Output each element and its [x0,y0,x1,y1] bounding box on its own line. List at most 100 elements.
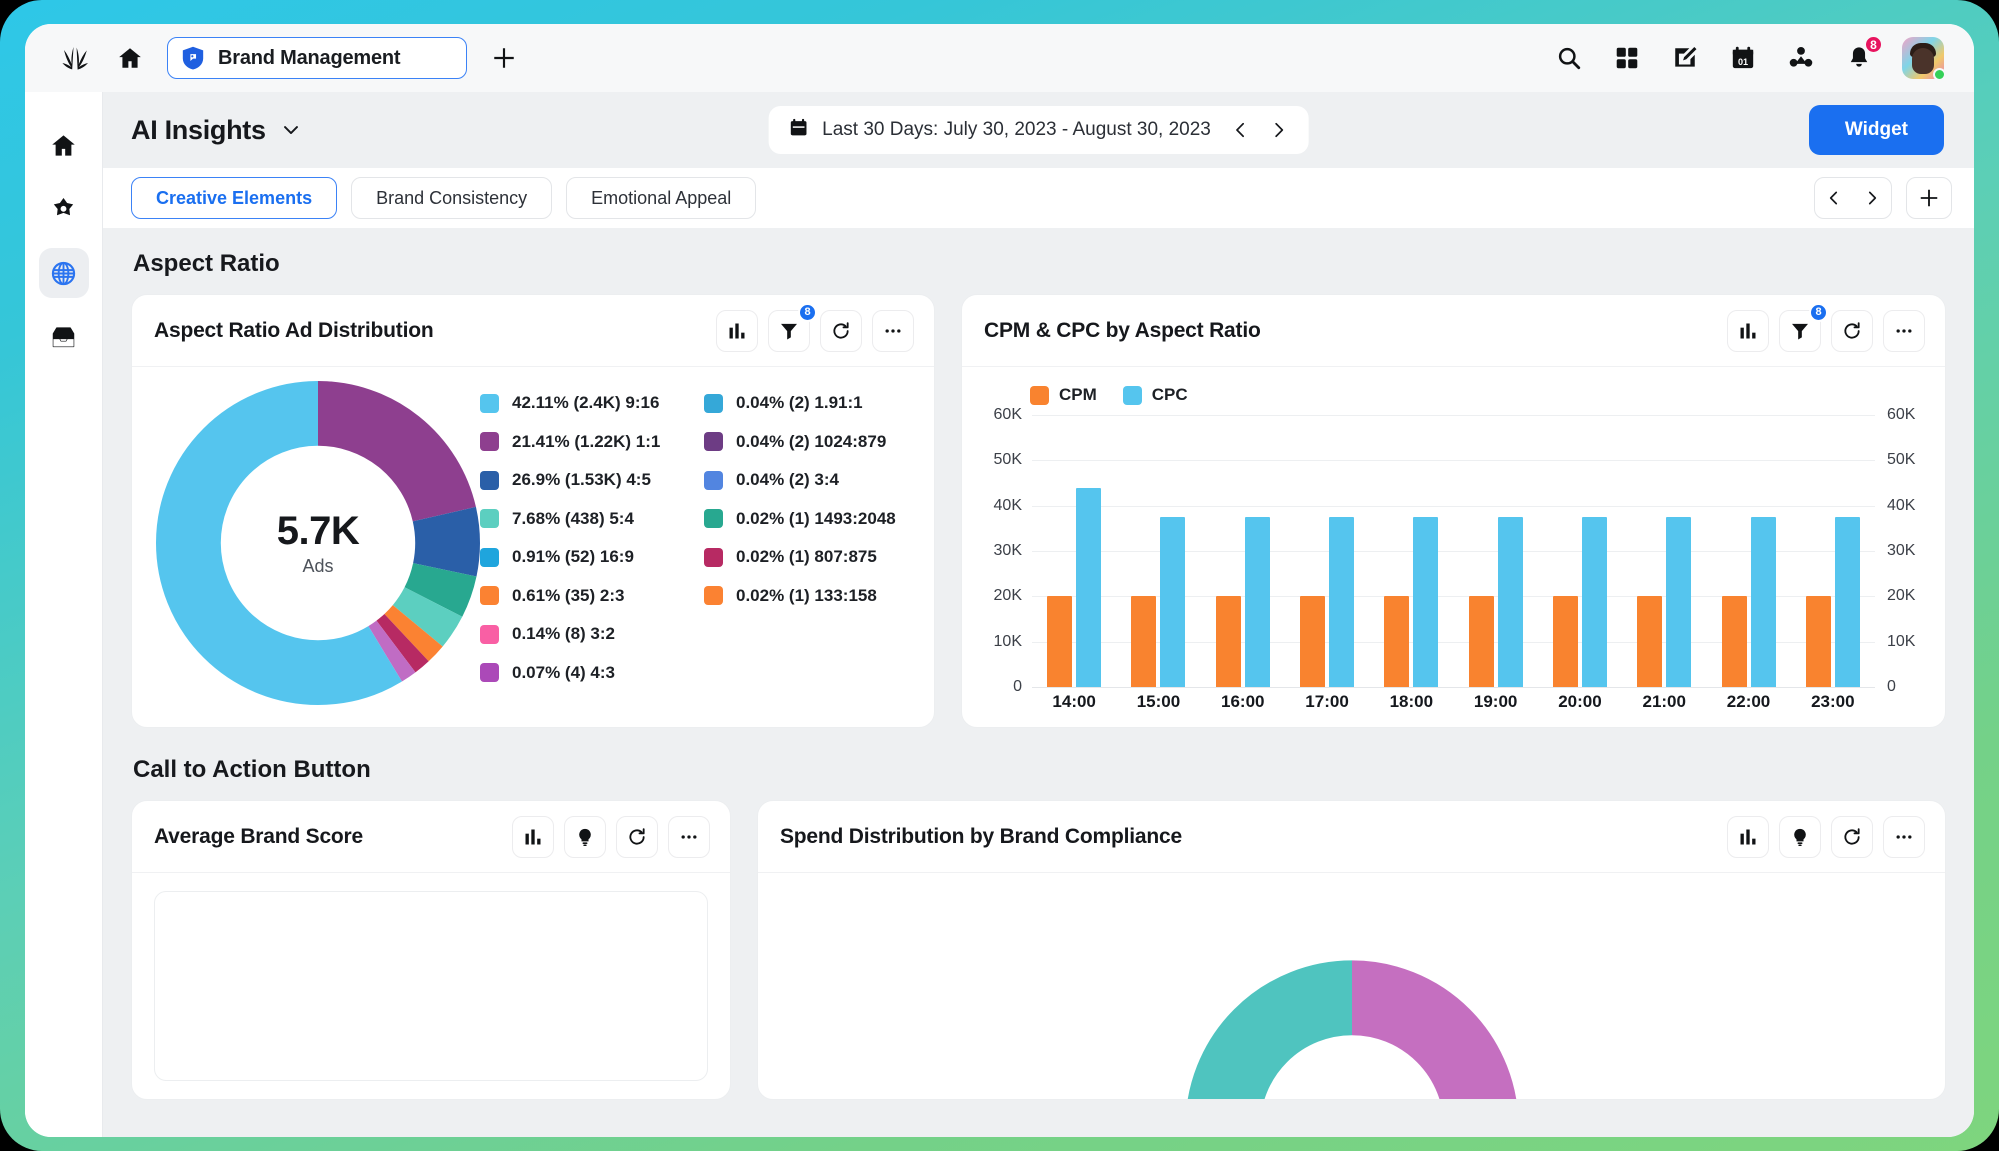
bar-chart-icon[interactable] [512,816,554,858]
legend-item[interactable]: 0.02% (1) 1493:2048 [704,509,896,529]
search-icon[interactable] [1554,43,1584,73]
bar-cpc[interactable] [1076,488,1101,687]
legend-item[interactable]: 0.07% (4) 4:3 [480,663,704,683]
apps-grid-icon[interactable] [1612,43,1642,73]
bar-cpc[interactable] [1666,517,1691,687]
new-tab-plus-icon[interactable] [487,41,521,75]
bar-cpm[interactable] [1722,596,1747,687]
y-tick-label: 10K [980,633,1032,651]
bar-cpm[interactable] [1553,596,1578,687]
bar-cpm[interactable] [1806,596,1831,687]
legend-swatch [1030,386,1049,405]
bell-icon[interactable]: 8 [1844,43,1874,73]
more-horizontal-icon[interactable] [1883,816,1925,858]
tab-emotional-appeal[interactable]: Emotional Appeal [566,177,756,219]
tab-next-icon[interactable] [1863,189,1881,207]
bar-chart-icon[interactable] [1727,816,1769,858]
bar-cpc[interactable] [1582,517,1607,687]
y-tick-label-right: 40K [1875,497,1927,515]
browser-tab[interactable]: Brand Management [167,37,467,79]
bar-group[interactable] [1453,415,1537,687]
y-tick-label-right: 20K [1875,587,1927,605]
rail-creative[interactable] [39,184,89,234]
date-range-picker[interactable]: Last 30 Days: July 30, 2023 - August 30,… [768,106,1309,154]
tab-brand-consistency[interactable]: Brand Consistency [351,177,552,219]
rail-globe[interactable] [39,248,89,298]
legend-item[interactable]: 7.68% (438) 5:4 [480,509,704,529]
add-tab-icon[interactable] [1906,177,1952,219]
legend-item[interactable]: 42.11% (2.4K) 9:16 [480,393,704,413]
date-prev-icon[interactable] [1231,120,1251,140]
bar-cpc[interactable] [1245,517,1270,687]
bar-cpc[interactable] [1329,517,1354,687]
rail-home[interactable] [39,120,89,170]
dashboard-scroll[interactable]: Aspect Ratio Aspect Ratio Ad Distributio… [103,228,1974,1137]
bar-cpc[interactable] [1751,517,1776,687]
bar-chart-icon[interactable] [716,310,758,352]
legend-item[interactable]: 0.04% (2) 1.91:1 [704,393,896,413]
bar-group[interactable] [1791,415,1875,687]
bar-cpc[interactable] [1498,517,1523,687]
refresh-icon[interactable] [616,816,658,858]
bar-group[interactable] [1116,415,1200,687]
donut-chart[interactable]: 5.7K Ads [156,381,480,705]
more-horizontal-icon[interactable] [668,816,710,858]
bar-cpm[interactable] [1384,596,1409,687]
bar-cpm[interactable] [1637,596,1662,687]
bar-cpm[interactable] [1047,596,1072,687]
bar-group[interactable] [1201,415,1285,687]
refresh-icon[interactable] [820,310,862,352]
people-icon[interactable] [1786,43,1816,73]
date-next-icon[interactable] [1269,120,1289,140]
bar-group[interactable] [1032,415,1116,687]
legend-item[interactable]: 21.41% (1.22K) 1:1 [480,432,704,452]
bar-group[interactable] [1706,415,1790,687]
bar-chart-icon[interactable] [1727,310,1769,352]
widget-button[interactable]: Widget [1809,105,1944,155]
compose-icon[interactable] [1670,43,1700,73]
legend-swatch [480,394,499,413]
more-horizontal-icon[interactable] [872,310,914,352]
legend-swatch [480,663,499,682]
bar-cpm[interactable] [1131,596,1156,687]
legend-item-cpc[interactable]: CPC [1123,385,1188,405]
bar-group[interactable] [1622,415,1706,687]
avatar[interactable] [1902,37,1944,79]
tab-prev-icon[interactable] [1825,189,1843,207]
tab-creative-elements[interactable]: Creative Elements [131,177,337,219]
legend-item[interactable]: 0.02% (1) 133:158 [704,586,896,606]
legend-item[interactable]: 0.91% (52) 16:9 [480,547,704,567]
bar-group[interactable] [1285,415,1369,687]
lightbulb-icon[interactable] [1779,816,1821,858]
bar-cpc[interactable] [1160,517,1185,687]
bar-cpc[interactable] [1413,517,1438,687]
filter-icon[interactable]: 8 [1779,310,1821,352]
leaf-logo-icon[interactable] [51,36,99,80]
legend-item[interactable]: 0.04% (2) 1024:879 [704,432,896,452]
legend-item[interactable]: 0.02% (1) 807:875 [704,547,896,567]
bar-cpm[interactable] [1469,596,1494,687]
bar-cpm[interactable] [1216,596,1241,687]
legend-item[interactable]: 0.14% (8) 3:2 [480,624,704,644]
home-icon[interactable] [107,36,153,80]
card-title: Average Brand Score [154,825,363,849]
bar-cpc[interactable] [1835,517,1860,687]
bar-group[interactable] [1538,415,1622,687]
legend-item[interactable]: 26.9% (1.53K) 4:5 [480,470,704,490]
lightbulb-icon[interactable] [564,816,606,858]
rail-inbox[interactable] [39,312,89,362]
refresh-icon[interactable] [1831,310,1873,352]
legend-item-cpm[interactable]: CPM [1030,385,1097,405]
spend-donut-chart[interactable] [1182,957,1522,1099]
x-axis-labels: 14:0015:0016:0017:0018:0019:0020:0021:00… [1032,687,1875,717]
legend-item[interactable]: 0.04% (2) 3:4 [704,470,896,490]
refresh-icon[interactable] [1831,816,1873,858]
legend-item[interactable]: 0.61% (35) 2:3 [480,586,704,606]
bar-group[interactable] [1369,415,1453,687]
more-horizontal-icon[interactable] [1883,310,1925,352]
bar-cpm[interactable] [1300,596,1325,687]
calendar-icon[interactable]: 01 [1728,43,1758,73]
x-tick-label: 23:00 [1791,687,1875,717]
filter-icon[interactable]: 8 [768,310,810,352]
chevron-down-icon[interactable] [280,119,302,141]
